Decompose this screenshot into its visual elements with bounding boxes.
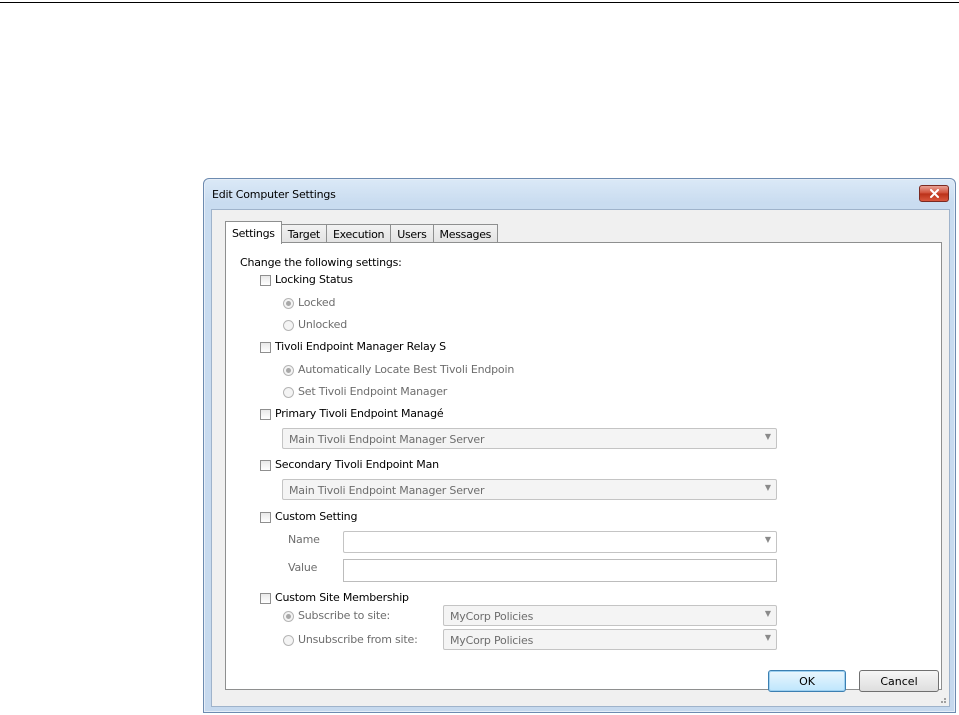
title-bar[interactable]: Edit Computer Settings — [204, 179, 955, 209]
set-relay-radio[interactable] — [283, 387, 294, 398]
unsubscribe-site-dropdown[interactable]: MyCorp Policies ▼ — [443, 629, 777, 650]
custom-setting-value-input[interactable] — [343, 559, 777, 582]
edit-computer-settings-dialog: Edit Computer Settings Settings Target E… — [203, 178, 956, 713]
tab-settings[interactable]: Settings — [225, 221, 282, 244]
subscribe-site-value: MyCorp Policies — [450, 610, 534, 623]
custom-setting-checkbox[interactable] — [260, 512, 271, 523]
custom-setting-label: Custom Setting — [275, 510, 358, 523]
chevron-down-icon: ▼ — [764, 432, 771, 441]
relay-checkbox[interactable] — [260, 342, 271, 353]
top-divider — [0, 2, 959, 3]
settings-panel: Change the following settings: Locking S… — [225, 242, 942, 690]
locked-radio[interactable] — [283, 298, 294, 309]
subscribe-site-dropdown[interactable]: MyCorp Policies ▼ — [443, 605, 777, 626]
tab-users[interactable]: Users — [390, 224, 434, 243]
custom-site-label: Custom Site Membership — [275, 591, 409, 604]
tab-strip: Settings Target Execution Users Messages — [225, 221, 499, 244]
close-icon — [929, 189, 939, 198]
custom-site-checkbox[interactable] — [260, 593, 271, 604]
cancel-button[interactable]: Cancel — [859, 670, 939, 692]
primary-server-value: Main Tivoli Endpoint Manager Server — [289, 433, 485, 446]
chevron-down-icon: ▼ — [764, 633, 771, 642]
set-relay-label: Set Tivoli Endpoint Manager — [298, 385, 448, 398]
unsubscribe-site-value: MyCorp Policies — [450, 634, 534, 647]
chevron-down-icon: ▼ — [764, 609, 771, 618]
tab-target[interactable]: Target — [280, 224, 327, 243]
dialog-client-area: Settings Target Execution Users Messages… — [211, 209, 950, 707]
resize-grip-icon[interactable] — [937, 694, 947, 704]
primary-server-dropdown[interactable]: Main Tivoli Endpoint Manager Server ▼ — [282, 428, 777, 449]
custom-setting-name-dropdown[interactable]: ▼ — [343, 531, 777, 553]
unlocked-radio[interactable] — [283, 320, 294, 331]
primary-server-label: Primary Tivoli Endpoint Managé — [275, 407, 444, 420]
locking-status-label: Locking Status — [275, 273, 353, 286]
unlocked-label: Unlocked — [298, 318, 347, 331]
secondary-server-value: Main Tivoli Endpoint Manager Server — [289, 484, 485, 497]
chevron-down-icon: ▼ — [764, 535, 771, 544]
secondary-server-checkbox[interactable] — [260, 460, 271, 471]
custom-setting-value-label: Value — [288, 561, 318, 574]
ok-button[interactable]: OK — [768, 670, 846, 692]
subscribe-label: Subscribe to site: — [298, 609, 391, 622]
unsubscribe-label: Unsubscribe from site: — [298, 633, 418, 646]
relay-label: Tivoli Endpoint Manager Relay S — [275, 340, 446, 353]
locked-label: Locked — [298, 296, 336, 309]
secondary-server-dropdown[interactable]: Main Tivoli Endpoint Manager Server ▼ — [282, 479, 777, 500]
tab-execution[interactable]: Execution — [325, 224, 392, 243]
chevron-down-icon: ▼ — [764, 483, 771, 492]
settings-heading: Change the following settings: — [240, 256, 402, 269]
close-button[interactable] — [919, 185, 949, 202]
custom-setting-name-label: Name — [288, 533, 320, 546]
auto-locate-relay-radio[interactable] — [283, 365, 294, 376]
dialog-title: Edit Computer Settings — [212, 188, 336, 201]
secondary-server-label: Secondary Tivoli Endpoint Man — [275, 458, 439, 471]
tab-messages[interactable]: Messages — [432, 224, 499, 243]
locking-status-checkbox[interactable] — [260, 275, 271, 286]
unsubscribe-radio[interactable] — [283, 635, 294, 646]
auto-locate-relay-label: Automatically Locate Best Tivoli Endpoin — [298, 363, 515, 376]
subscribe-radio[interactable] — [283, 611, 294, 622]
primary-server-checkbox[interactable] — [260, 409, 271, 420]
